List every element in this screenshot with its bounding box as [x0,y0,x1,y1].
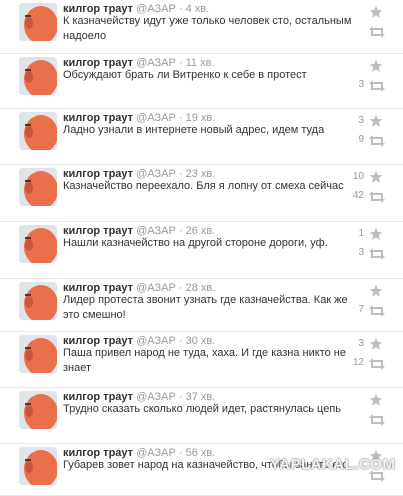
tweet-feed: килгор траут @АЗАР · 4 хв. К казначейству… [0,0,403,496]
tweet-text: Обсуждают брать ли Витренко к себе в про… [63,69,307,81]
avatar[interactable] [19,335,57,373]
tweet-text: Ладно узнали в интернете новый адрес, ид… [63,124,325,136]
favorite-count: 3 [358,338,364,349]
tweet-text: Трудно сказать сколько людей идет, растя… [63,403,342,415]
tweet-item[interactable]: килгор траут @АЗАР · 4 хв. К казначейству… [0,0,403,54]
star-icon[interactable] [369,393,383,407]
retweet-icon[interactable] [369,304,385,317]
retweet-icon[interactable] [369,413,385,426]
favorite-count: 3 [358,115,364,126]
retweet-count: 3 [358,247,364,258]
avatar[interactable] [19,112,57,150]
tweet-text: Лидер протеста звонит узнать где казначе… [63,294,348,321]
avatar[interactable] [19,282,57,320]
star-icon[interactable] [369,337,383,351]
favorite-count: 1 [358,228,364,239]
avatar[interactable] [19,168,57,206]
tweet-item[interactable]: килгор траут @АЗАР · 19 хв. Ладно узнали … [0,109,403,165]
retweet-count: 12 [352,357,364,368]
star-icon[interactable] [369,5,383,19]
tweet-item[interactable]: килгор траут @АЗАР · 37 хв. Трудно сказат… [0,388,403,444]
tweet-item[interactable]: килгор траут @АЗАР · 30 хв. Паша привел н… [0,332,403,388]
tweet-item[interactable]: килгор траут @АЗАР · 28 хв. Лидер протест… [0,279,403,332]
favorite-count: 10 [352,171,364,182]
retweet-icon[interactable] [369,79,385,92]
retweet-count: 9 [358,134,364,145]
retweet-icon[interactable] [369,134,385,147]
retweet-count: 3 [358,79,364,90]
avatar[interactable] [19,57,57,95]
tweet-item[interactable]: килгор траут @АЗАР · 11 хв. Обсуждают бра… [0,54,403,109]
star-icon[interactable] [369,227,383,241]
retweet-icon[interactable] [369,357,385,370]
tweet-text: Паша привел народ не туда, хаха. И где к… [63,347,346,374]
star-icon[interactable] [369,114,383,128]
tweet-text: Казначейство переехало. Бля я лопну от с… [63,180,344,192]
retweet-icon[interactable] [369,25,385,38]
tweet-item[interactable]: килгор траут @АЗАР · 23 хв. Казначейство … [0,165,403,222]
avatar[interactable] [19,225,57,263]
avatar[interactable] [19,391,57,429]
retweet-count: 7 [358,304,364,315]
tweet-text: К казначейству идут уже только человек с… [63,15,352,42]
retweet-icon[interactable] [369,247,385,260]
star-icon[interactable] [369,59,383,73]
star-icon[interactable] [369,284,383,298]
avatar[interactable] [19,3,57,41]
watermark: YAPLAKAL.COM [270,456,396,473]
retweet-count: 42 [352,190,364,201]
star-icon[interactable] [369,170,383,184]
avatar[interactable] [19,447,57,485]
tweet-text: Нашли казначейство на другой стороне дор… [63,237,328,249]
tweet-item[interactable]: килгор траут @АЗАР · 26 хв. Нашли казначе… [0,222,403,279]
retweet-icon[interactable] [369,190,385,203]
